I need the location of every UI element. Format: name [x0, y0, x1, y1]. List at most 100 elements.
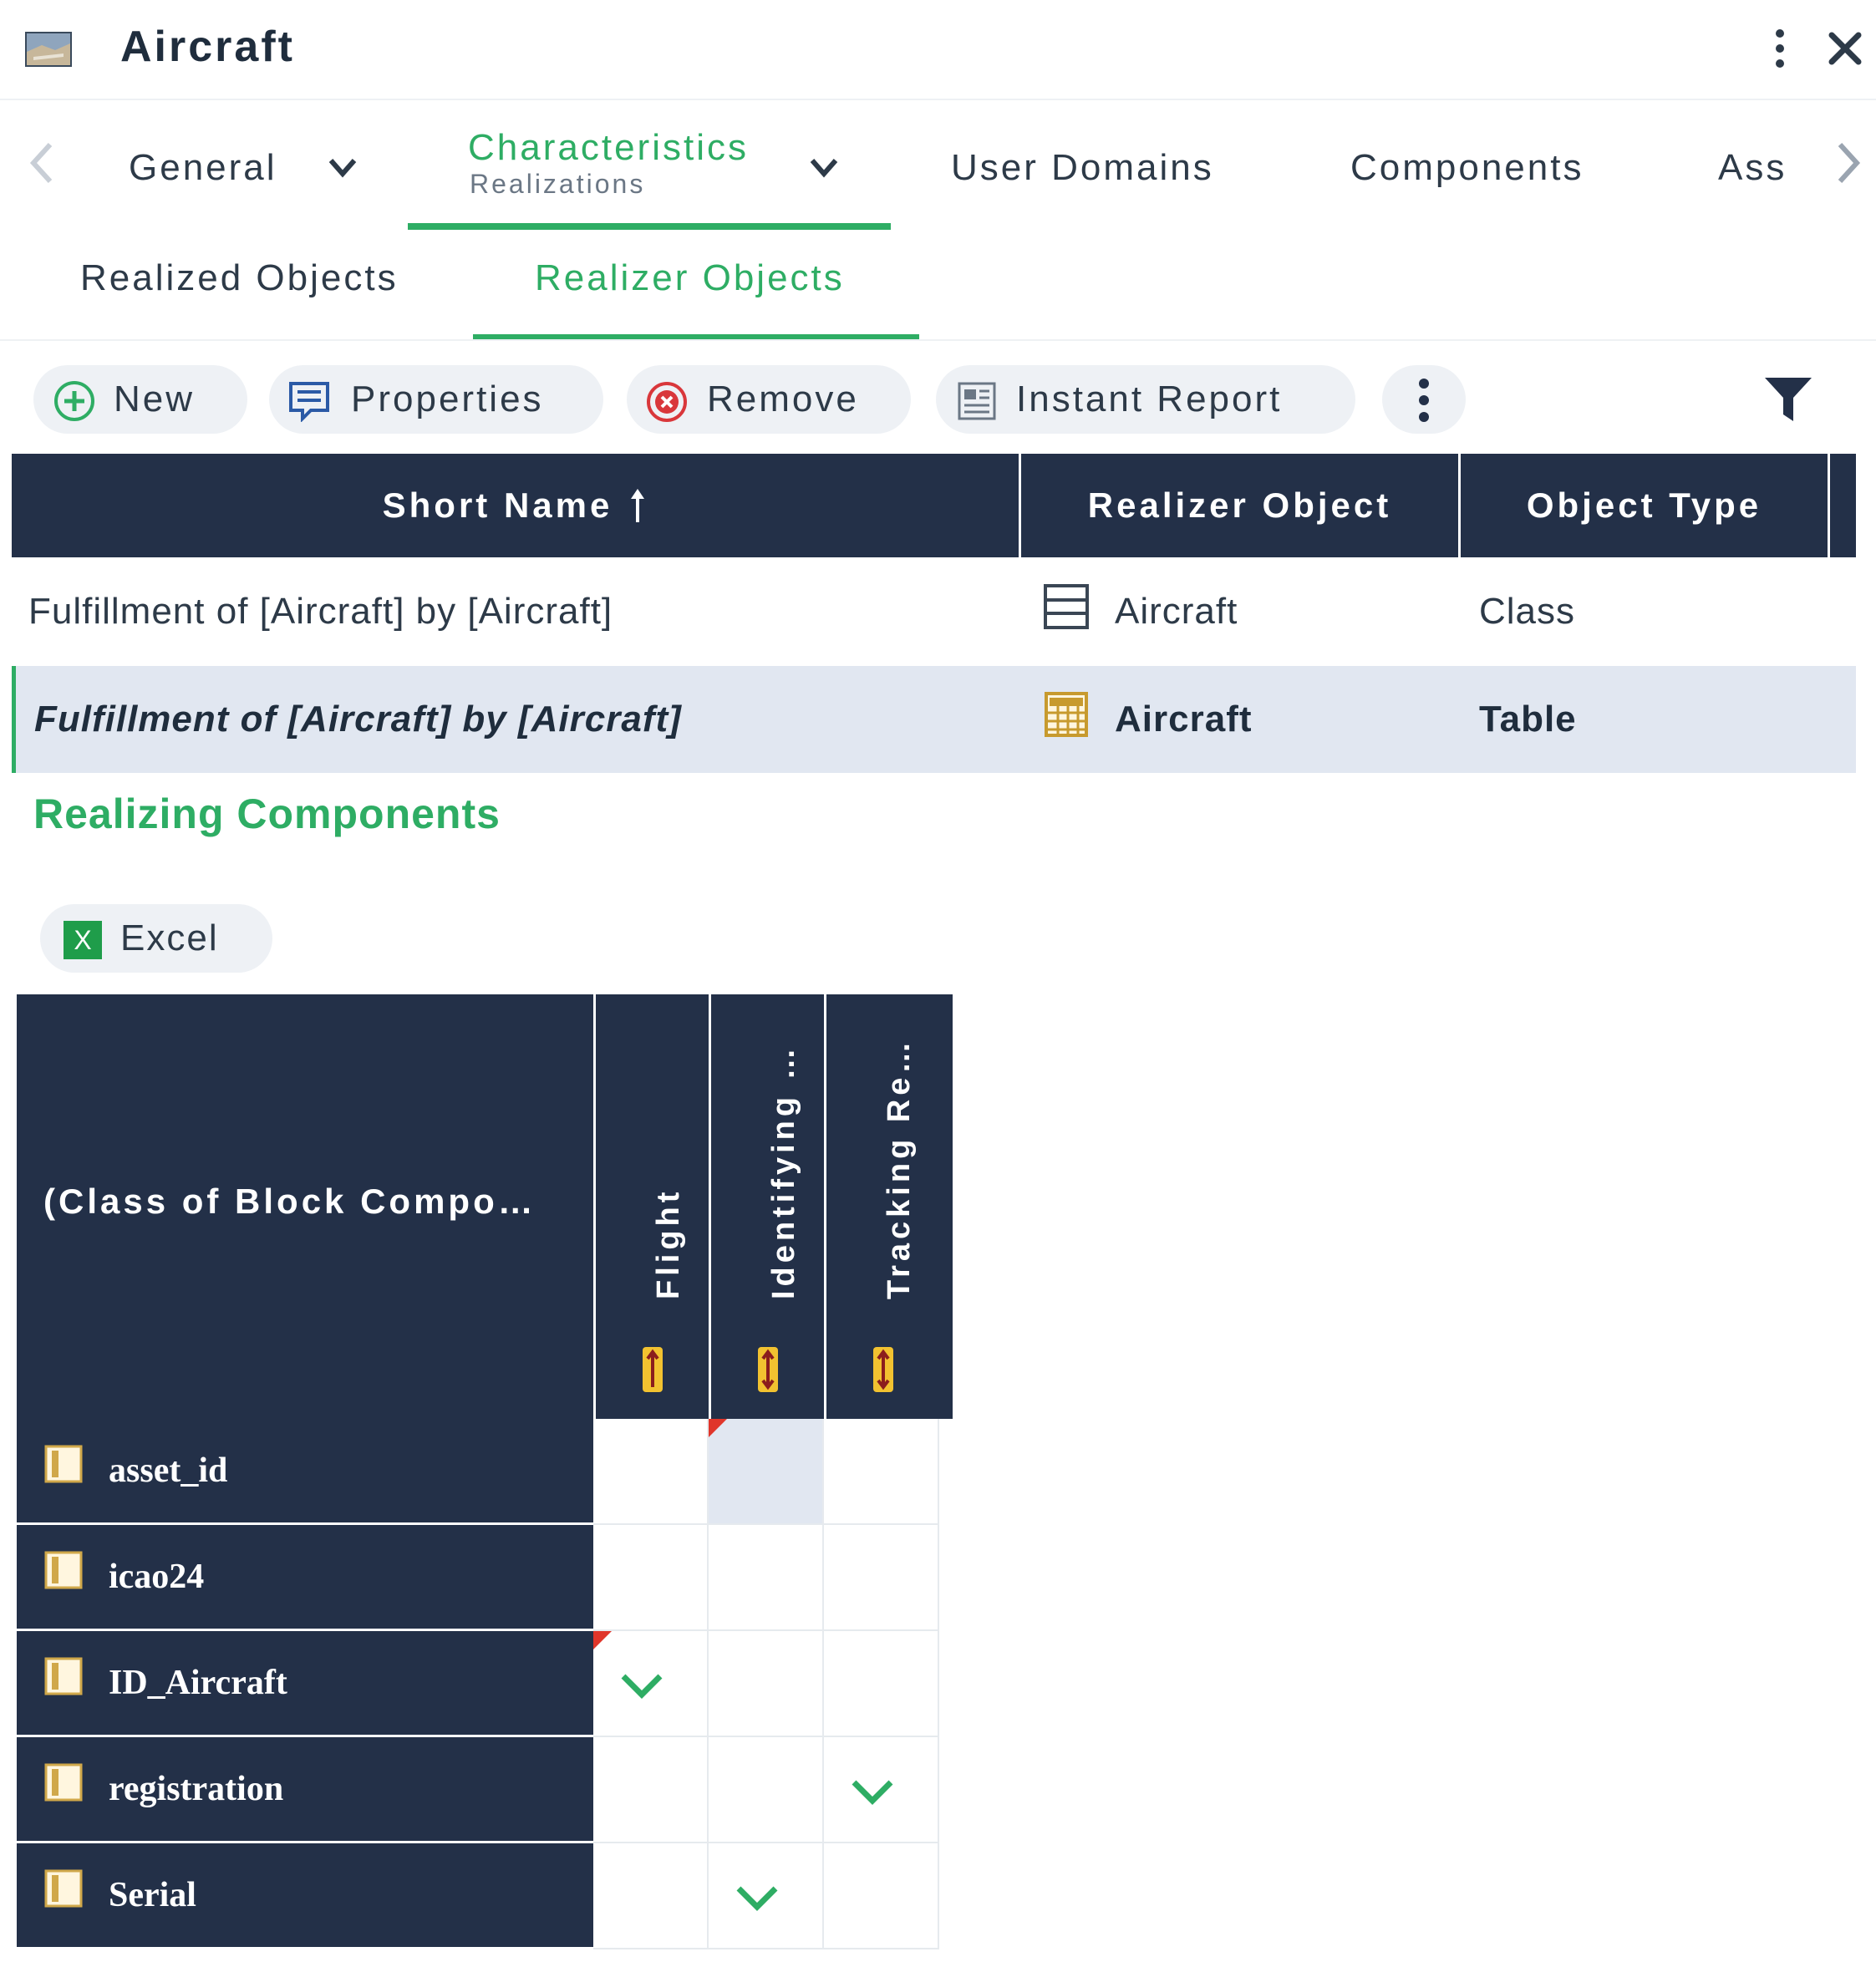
matrix-cell[interactable]	[593, 1525, 709, 1631]
matrix-cell[interactable]	[824, 1525, 939, 1631]
cell-short-name: Fulfillment of [Aircraft] by [Aircraft]	[28, 591, 613, 632]
filter-icon[interactable]	[1763, 374, 1813, 424]
remove-button[interactable]: Remove	[627, 365, 911, 434]
matrix-row[interactable]: icao24	[17, 1525, 593, 1631]
tab-user-domains-label: User Domains	[951, 147, 1214, 188]
grid-header: Short Name Realizer Object Object Type	[12, 454, 1856, 557]
tab-ass-label: Ass	[1718, 147, 1787, 188]
matrix-cell[interactable]	[709, 1525, 824, 1631]
matrix-cell-checked[interactable]	[593, 1631, 709, 1737]
comment-flag	[709, 1419, 727, 1437]
column-header-short-name[interactable]: Short Name	[12, 454, 1021, 557]
tab-user-domains[interactable]: User Domains	[936, 100, 1253, 230]
tab-general-label: General	[129, 147, 277, 188]
remove-button-label: Remove	[707, 379, 859, 419]
subtab-realized-objects[interactable]: Realized Objects	[58, 251, 443, 341]
close-icon[interactable]	[1822, 25, 1868, 72]
cell-object-type: Table	[1479, 699, 1577, 740]
matrix-row-label: Serial	[109, 1876, 196, 1914]
matrix-cell-selected[interactable]	[709, 1419, 824, 1525]
matrix-corner-header: (Class of Block Compo…	[17, 994, 593, 1419]
column-header-realizer-object[interactable]: Realizer Object	[1021, 454, 1461, 557]
instant-report-button[interactable]: Instant Report	[936, 365, 1355, 434]
aircraft-thumbnail-icon	[25, 32, 72, 67]
subtab-realized-objects-label: Realized Objects	[80, 257, 399, 298]
remove-circle-icon	[647, 382, 687, 422]
matrix-cell-checked[interactable]	[824, 1737, 939, 1843]
tab-general[interactable]: General	[117, 100, 384, 230]
new-button-label: New	[114, 379, 196, 419]
section-title: Realizing Components	[33, 790, 501, 837]
window-title: Aircraft	[120, 23, 295, 71]
matrix-cell-checked[interactable]	[709, 1843, 824, 1949]
more-actions-button[interactable]	[1382, 365, 1466, 434]
subtab-realizer-objects-label: Realizer Objects	[535, 257, 845, 298]
table-row-selected[interactable]: Fulfillment of [Aircraft] by [Aircraft] …	[12, 666, 1856, 773]
more-vertical-icon	[1419, 379, 1429, 422]
matrix-cell[interactable]	[824, 1843, 939, 1949]
association-icon	[873, 1347, 893, 1392]
tab-ass[interactable]: Ass	[1705, 100, 1797, 230]
properties-button[interactable]: Properties	[269, 365, 603, 434]
tab-components-label: Components	[1350, 147, 1584, 188]
class-icon	[1044, 584, 1089, 629]
excel-icon: X	[64, 921, 102, 959]
chevron-down-icon[interactable]	[326, 155, 359, 180]
matrix-cell[interactable]	[593, 1843, 709, 1949]
matrix-row-label: registration	[109, 1770, 284, 1808]
check-icon	[621, 1674, 663, 1699]
matrix-cell[interactable]	[593, 1419, 709, 1525]
more-options-icon[interactable]	[1763, 25, 1797, 72]
cell-realizer-object: Aircraft	[1115, 699, 1253, 740]
comment-flag	[593, 1631, 612, 1649]
tab-characteristics[interactable]: Characteristics Realizations	[408, 100, 891, 230]
matrix-row[interactable]: registration	[17, 1737, 593, 1843]
subtab-realizer-objects[interactable]: Realizer Objects	[473, 251, 919, 341]
check-icon	[852, 1780, 893, 1805]
properties-icon	[289, 382, 329, 422]
attribute-icon	[44, 1869, 83, 1908]
matrix-column-label: Identifying …	[766, 1044, 801, 1299]
matrix-column-identifying[interactable]: Identifying …	[709, 994, 824, 1419]
tab-components[interactable]: Components	[1337, 100, 1655, 230]
matrix-column-tracking[interactable]: Tracking Re…	[824, 994, 953, 1419]
title-bar: Aircraft	[0, 0, 1876, 100]
matrix-column-label: Tracking Re…	[882, 1037, 917, 1299]
matrix-row[interactable]: asset_id	[17, 1419, 593, 1525]
column-header-object-type[interactable]: Object Type	[1461, 454, 1830, 557]
matrix-row-label: asset_id	[109, 1451, 228, 1490]
matrix-cell[interactable]	[593, 1737, 709, 1843]
tab-characteristics-sublabel: Realizations	[470, 169, 646, 199]
matrix-column-label: Flight	[651, 1187, 686, 1299]
table-icon	[1045, 692, 1088, 737]
sort-ascending-icon[interactable]	[628, 487, 648, 524]
tab-characteristics-label: Characteristics	[468, 127, 749, 168]
cell-realizer-object: Aircraft	[1115, 591, 1238, 632]
check-icon	[736, 1886, 778, 1911]
association-icon	[758, 1347, 778, 1392]
matrix-cell[interactable]	[824, 1631, 939, 1737]
cell-short-name: Fulfillment of [Aircraft] by [Aircraft]	[34, 699, 682, 740]
tab-active-indicator	[408, 223, 891, 230]
matrix-column-flight[interactable]: Flight	[593, 994, 709, 1419]
tabs-scroll-left-icon[interactable]	[25, 138, 58, 188]
new-button[interactable]: New	[33, 365, 247, 434]
matrix-row-label: icao24	[109, 1558, 205, 1596]
tabs-divider	[0, 339, 1876, 341]
excel-button-label: Excel	[120, 917, 219, 958]
matrix-row[interactable]: ID_Aircraft	[17, 1631, 593, 1737]
matrix-cell[interactable]	[709, 1631, 824, 1737]
matrix-cell[interactable]	[709, 1737, 824, 1843]
instant-report-button-label: Instant Report	[1016, 379, 1283, 419]
table-row[interactable]: Fulfillment of [Aircraft] by [Aircraft] …	[12, 558, 1856, 665]
association-icon	[643, 1347, 663, 1392]
matrix-row[interactable]: Serial	[17, 1843, 593, 1949]
attribute-icon	[44, 1445, 83, 1483]
excel-export-button[interactable]: X Excel	[40, 904, 272, 973]
attribute-icon	[44, 1657, 83, 1695]
matrix-cell[interactable]	[824, 1419, 939, 1525]
cell-object-type: Class	[1479, 591, 1576, 632]
matrix-corner-label: (Class of Block Compo…	[43, 1182, 536, 1221]
tabs-scroll-right-icon[interactable]	[1832, 138, 1865, 188]
chevron-down-icon[interactable]	[807, 155, 841, 180]
